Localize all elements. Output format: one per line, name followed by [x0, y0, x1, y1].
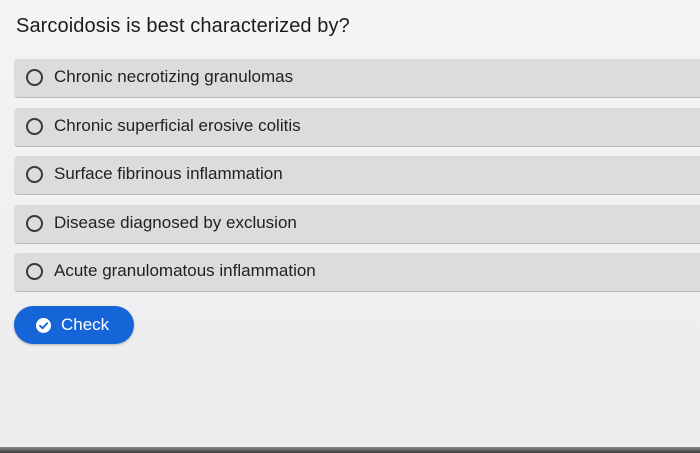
option-label: Disease diagnosed by exclusion	[54, 212, 297, 232]
answer-options: Chronic necrotizing granulomas Chronic s…	[14, 58, 700, 301]
radio-button-icon[interactable]	[26, 117, 43, 135]
option-chronic-necrotizing-granulomas[interactable]: Chronic necrotizing granulomas	[14, 58, 700, 98]
question-text: Sarcoidosis is best characterized by?	[16, 15, 350, 37]
radio-button-icon[interactable]	[26, 166, 43, 183]
option-chronic-superficial-erosive-colitis[interactable]: Chronic superficial erosive colitis	[14, 106, 700, 147]
radio-button-icon[interactable]	[26, 263, 43, 280]
option-label: Chronic superficial erosive colitis	[54, 115, 301, 135]
option-acute-granulomatous-inflammation[interactable]: Acute granulomatous inflammation	[14, 252, 700, 292]
option-label: Surface fibrinous inflammation	[54, 164, 283, 183]
radio-button-icon[interactable]	[26, 214, 43, 232]
option-label: Chronic necrotizing granulomas	[54, 67, 294, 86]
check-button[interactable]: Check	[14, 306, 134, 344]
option-label: Acute granulomatous inflammation	[54, 261, 316, 280]
option-surface-fibrinous-inflammation[interactable]: Surface fibrinous inflammation	[14, 155, 700, 195]
radio-button-icon[interactable]	[26, 69, 43, 86]
option-disease-diagnosed-by-exclusion[interactable]: Disease diagnosed by exclusion	[14, 203, 700, 244]
check-circle-icon	[36, 318, 51, 333]
check-button-label: Check	[61, 315, 110, 334]
screen-bottom-edge	[0, 447, 700, 453]
